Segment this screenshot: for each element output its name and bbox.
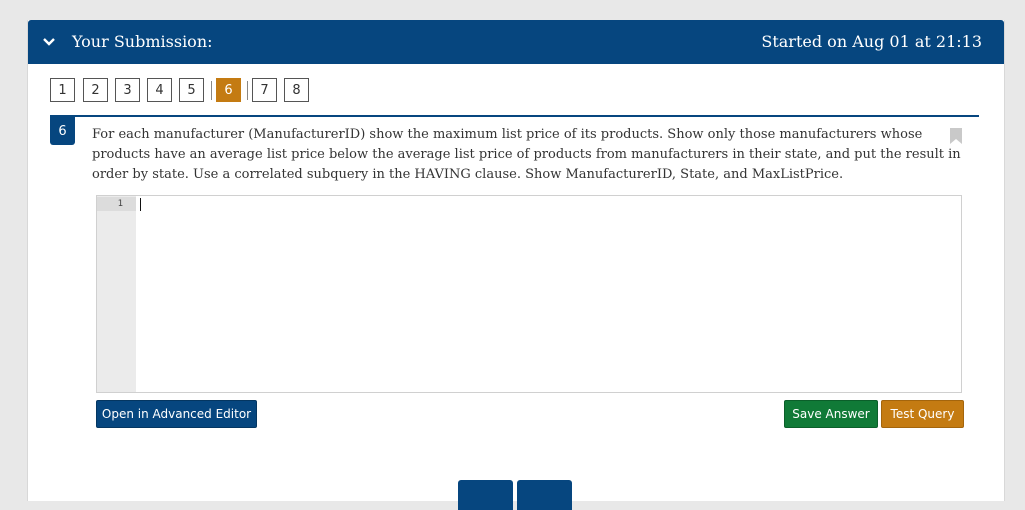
- previous-button[interactable]: [458, 480, 513, 510]
- bookmark-icon[interactable]: [950, 128, 962, 144]
- nav-separator: [247, 81, 248, 100]
- line-number: 1: [97, 197, 136, 211]
- question-divider: [50, 115, 979, 117]
- editor-gutter: [97, 196, 136, 392]
- started-timestamp: Started on Aug 01 at 21:13: [761, 32, 982, 51]
- submission-card: Your Submission: Started on Aug 01 at 21…: [27, 20, 1005, 510]
- question-nav-6[interactable]: 6: [216, 78, 241, 102]
- next-button[interactable]: [517, 480, 572, 510]
- submission-title: Your Submission:: [72, 32, 213, 51]
- open-advanced-editor-button[interactable]: Open in Advanced Editor: [96, 400, 257, 428]
- text-cursor: [140, 198, 141, 211]
- question-nav-7[interactable]: 7: [252, 78, 277, 102]
- question-nav-2[interactable]: 2: [83, 78, 108, 102]
- question-nav-3[interactable]: 3: [115, 78, 140, 102]
- sql-code-editor[interactable]: 1: [96, 195, 962, 393]
- save-answer-button[interactable]: Save Answer: [784, 400, 878, 428]
- test-query-button[interactable]: Test Query: [881, 400, 964, 428]
- question-prompt: For each manufacturer (ManufacturerID) s…: [92, 127, 961, 182]
- question-nav-4[interactable]: 4: [147, 78, 172, 102]
- question-nav-8[interactable]: 8: [284, 78, 309, 102]
- nav-separator: [211, 81, 212, 100]
- question-nav-1[interactable]: 1: [50, 78, 75, 102]
- question-number-badge: 6: [50, 117, 75, 145]
- question-nav-5[interactable]: 5: [179, 78, 204, 102]
- submission-header[interactable]: Your Submission: Started on Aug 01 at 21…: [28, 20, 1004, 64]
- chevron-down-icon[interactable]: [42, 35, 56, 49]
